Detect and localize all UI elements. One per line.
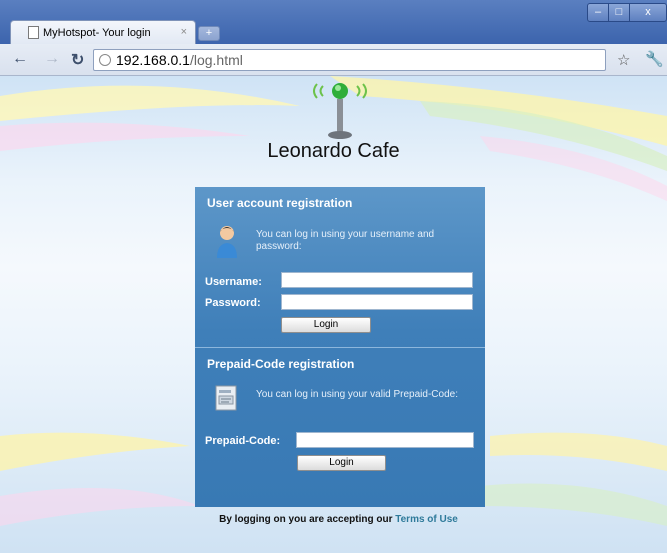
page-viewport: Leonardo Cafe User account registration … <box>0 76 667 553</box>
wrench-icon[interactable]: 🔧 <box>645 50 664 68</box>
close-icon[interactable]: x <box>629 3 667 22</box>
hotspot-antenna-icon <box>313 83 367 139</box>
terms-text: By logging on you are accepting our <box>219 514 393 525</box>
username-label: Username: <box>205 276 262 288</box>
login-panel: User account registration You can log in… <box>195 187 485 507</box>
terms-notice: By logging on you are accepting our Term… <box>0 514 667 525</box>
tab-close-icon[interactable]: × <box>181 26 187 38</box>
minimize-icon[interactable]: – <box>587 3 609 22</box>
prepaid-code-label: Prepaid-Code: <box>205 435 281 447</box>
user-section-title: User account registration <box>207 196 353 210</box>
prepaid-section-note: You can log in using your valid Prepaid-… <box>256 389 458 400</box>
prepaid-card-icon <box>215 385 237 411</box>
user-section-note: You can log in using your username and p… <box>256 229 435 252</box>
url-path: /log.html <box>189 52 243 68</box>
reload-icon[interactable]: ↻ <box>71 50 84 70</box>
maximize-icon[interactable]: □ <box>608 3 630 22</box>
password-field[interactable] <box>281 294 473 310</box>
cafe-name: Leonardo Cafe <box>267 140 400 162</box>
tab-title: MyHotspot- Your login <box>43 27 151 39</box>
star-icon[interactable]: ☆ <box>617 51 630 69</box>
back-arrow-icon[interactable]: ← <box>12 50 28 68</box>
user-icon <box>217 226 237 258</box>
url-text: 192.168.0.1/log.html <box>116 52 243 68</box>
prepaid-section-title: Prepaid-Code registration <box>207 357 355 371</box>
section-divider <box>195 347 485 348</box>
page-icon <box>28 26 39 39</box>
forward-arrow-icon[interactable]: → <box>44 50 60 68</box>
browser-toolbar: ← → ↻ 192.168.0.1/log.html ☆ 🔧 <box>0 44 667 76</box>
site-info-icon[interactable] <box>99 54 111 66</box>
window-titlebar: MyHotspot- Your login × + – □ x <box>0 0 667 44</box>
prepaid-code-field[interactable] <box>296 432 474 448</box>
password-label: Password: <box>205 297 261 309</box>
user-login-button[interactable]: Login <box>281 317 371 333</box>
browser-tab[interactable]: MyHotspot- Your login × <box>10 20 196 44</box>
username-field[interactable] <box>281 272 473 288</box>
prepaid-login-button[interactable]: Login <box>297 455 386 471</box>
url-host: 192.168.0.1 <box>116 52 190 68</box>
terms-of-use-link[interactable]: Terms of Use <box>395 514 458 525</box>
address-bar[interactable]: 192.168.0.1/log.html <box>93 49 606 71</box>
new-tab-button[interactable]: + <box>198 26 220 41</box>
